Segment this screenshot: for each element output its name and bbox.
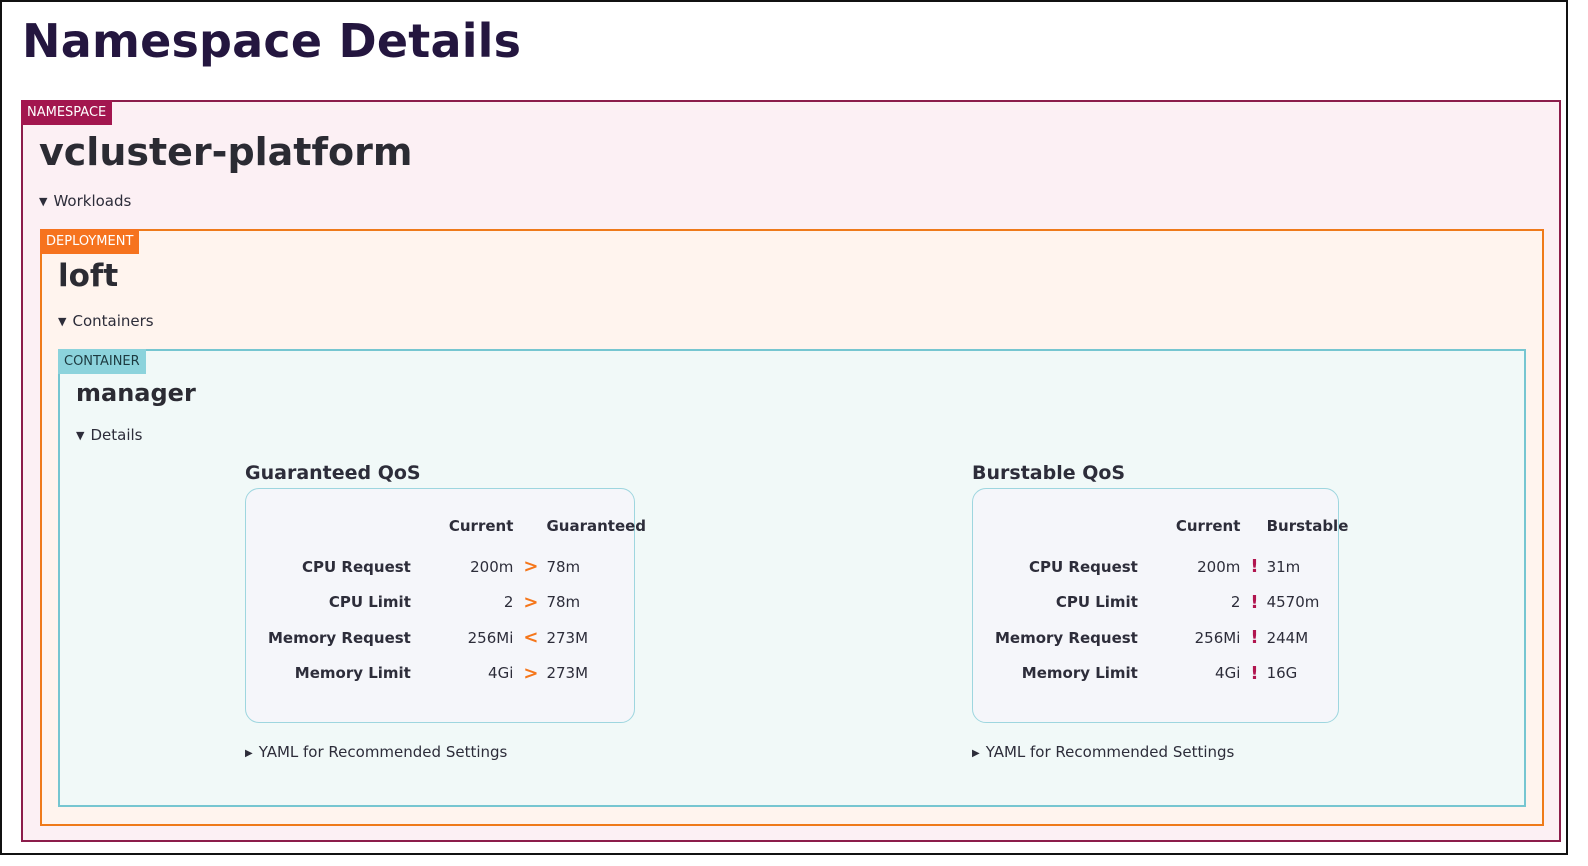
table-row: Memory Request 256Mi ! 244M [995,620,1348,656]
namespace-name: vcluster-platform [39,130,413,174]
expanded-triangle-icon: ▼ [58,315,67,328]
guaranteed-qos-title: Guaranteed QoS [245,462,421,484]
expanded-triangle-icon: ▼ [76,429,85,442]
yaml-label: YAML for Recommended Settings [985,743,1235,761]
page-title: Namespace Details [22,14,522,68]
containers-label: Containers [72,312,154,330]
deployment-panel: DEPLOYMENT loft ▼ Containers CONTAINER ma… [40,229,1544,826]
row-label: Memory Limit [1021,664,1138,683]
greater-than-icon: > [523,556,539,578]
column-header-current: Current [448,517,514,535]
recommended-value: 4570m [1266,593,1320,612]
current-value: 200m [470,557,514,576]
less-than-icon: < [523,627,539,649]
table-row: Memory Limit 4Gi ! 16G [995,656,1348,692]
recommended-value: 273M [546,664,589,683]
warning-icon: ! [1250,627,1259,649]
row-label: Memory Request [995,628,1138,647]
collapsed-triangle-icon: ▶ [245,748,253,759]
container-name: manager [76,379,196,407]
burstable-yaml-toggle[interactable]: ▶ YAML for Recommended Settings [972,743,1234,761]
deployment-name: loft [58,258,119,294]
recommended-value: 31m [1266,557,1301,576]
row-label: CPU Request [302,557,411,576]
row-label: CPU Request [1029,557,1138,576]
row-label: CPU Limit [1055,593,1138,612]
recommended-value: 273M [546,628,589,647]
current-value: 200m [1197,557,1241,576]
expanded-triangle-icon: ▼ [39,195,48,208]
table-row: CPU Limit 2 ! 4570m [995,585,1348,621]
warning-icon: ! [1250,556,1259,578]
guaranteed-qos-card: Current Guaranteed CPU Request 200m > 78… [245,488,646,723]
guaranteed-qos-table: Current Guaranteed CPU Request 200m > 78… [268,517,646,691]
deployment-tag: DEPLOYMENT [40,229,140,254]
namespace-panel: NAMESPACE vcluster-platform ▼ Workloads D… [21,100,1561,842]
details-label: Details [90,426,143,444]
yaml-label: YAML for Recommended Settings [258,743,508,761]
current-value: 2 [1230,593,1241,612]
containers-toggle[interactable]: ▼ Containers [58,312,154,330]
recommended-value: 78m [546,557,581,576]
burstable-qos-table: Current Burstable CPU Request 200m ! 31m… [995,517,1348,691]
collapsed-triangle-icon: ▶ [972,748,980,759]
namespace-tag: NAMESPACE [21,100,113,125]
recommended-value: 244M [1266,628,1309,647]
column-header-current: Current [1175,517,1241,535]
guaranteed-qos-section: Guaranteed QoS Current Guaranteed CPU Re… [245,462,646,761]
warning-icon: ! [1250,662,1259,684]
container-panel: CONTAINER manager ▼ Details Guaranteed Qo… [58,349,1526,807]
table-row: CPU Request 200m > 78m [268,549,646,585]
table-row: Memory Request 256Mi < 273M [268,620,646,656]
row-label: Memory Request [268,628,411,647]
row-label: CPU Limit [328,593,411,612]
page-frame: Namespace Details NAMESPACE vcluster-pla… [0,0,1568,855]
column-header-guaranteed: Guaranteed [546,517,647,535]
current-value: 2 [503,593,514,612]
current-value: 256Mi [1194,628,1241,647]
current-value: 4Gi [488,664,514,683]
guaranteed-yaml-toggle[interactable]: ▶ YAML for Recommended Settings [245,743,507,761]
recommended-value: 78m [546,593,581,612]
table-row: Memory Limit 4Gi > 273M [268,656,646,692]
burstable-qos-card: Current Burstable CPU Request 200m ! 31m… [972,488,1348,723]
workloads-label: Workloads [53,192,132,210]
container-tag: CONTAINER [58,349,146,374]
row-label: Memory Limit [294,664,411,683]
details-toggle[interactable]: ▼ Details [76,426,142,444]
column-header-burstable: Burstable [1266,517,1349,535]
burstable-qos-title: Burstable QoS [972,462,1126,484]
table-row: CPU Request 200m ! 31m [995,549,1348,585]
recommended-value: 16G [1266,664,1298,683]
current-value: 256Mi [467,628,514,647]
table-row: CPU Limit 2 > 78m [268,585,646,621]
warning-icon: ! [1250,591,1259,613]
burstable-qos-section: Burstable QoS Current Burstable CPU Requ… [972,462,1348,761]
greater-than-icon: > [523,591,539,613]
current-value: 4Gi [1215,664,1241,683]
greater-than-icon: > [523,662,539,684]
workloads-toggle[interactable]: ▼ Workloads [39,192,131,210]
